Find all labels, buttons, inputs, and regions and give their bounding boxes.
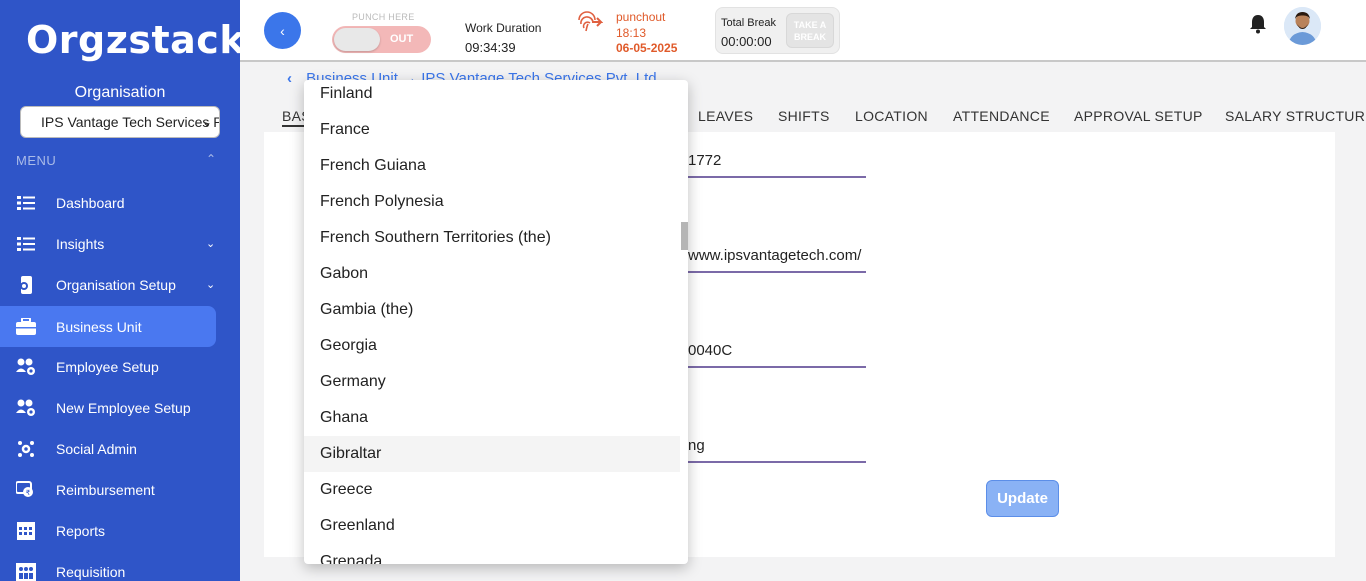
tab-salary-structure[interactable]: SALARY STRUCTURE (1225, 108, 1366, 124)
people-chart-icon (16, 562, 36, 581)
tab-leaves[interactable]: LEAVES (698, 108, 753, 124)
form-field[interactable]: 0040C (688, 342, 866, 368)
punch-state: OUT (390, 33, 414, 45)
sidebar-item-dashboard[interactable]: Dashboard (0, 182, 216, 223)
sidebar-item-label: Reports (56, 522, 106, 539)
list-icon (16, 193, 36, 213)
work-duration-value: 09:34:39 (465, 40, 516, 55)
sidebar-item-label: Dashboard (56, 194, 125, 211)
menu-label: MENU (16, 153, 57, 168)
update-button[interactable]: Update (986, 480, 1059, 517)
punch-toggle-knob (334, 28, 380, 51)
dropdown-option[interactable]: Gambia (the) (304, 292, 680, 328)
organisation-select[interactable]: IPS Vantage Tech Services Pvt. Ltd ⌄ (20, 106, 220, 138)
sidebar-item-reports[interactable]: Reports (0, 510, 216, 551)
dropdown-scrollbar[interactable] (681, 222, 688, 250)
website-field[interactable]: www.ipsvantagetech.com/ (688, 247, 866, 273)
bell-icon[interactable] (1249, 14, 1267, 39)
tab-approval-setup[interactable]: APPROVAL SETUP (1074, 108, 1203, 124)
sidebar-item-label: Reimbursement (56, 481, 155, 498)
sidebar-item-label: Social Admin (56, 440, 137, 457)
sidebar-item-new-employee-setup[interactable]: New Employee Setup (0, 387, 216, 428)
sidebar-item-label: Requisition (56, 563, 126, 580)
sidebar-item-social-admin[interactable]: Social Admin (0, 428, 216, 469)
dropdown-option[interactable]: Grenada (304, 544, 680, 564)
chevron-up-icon[interactable]: ⌃ (206, 152, 216, 166)
users-gear-icon (16, 398, 36, 418)
users-gear-icon (16, 357, 36, 377)
dropdown-option[interactable]: Greece (304, 472, 680, 508)
tab-location[interactable]: LOCATION (855, 108, 928, 124)
punch-toggle[interactable]: OUT (332, 26, 431, 53)
sidebar-item-employee-setup[interactable]: Employee Setup (0, 346, 216, 387)
chevron-down-icon: ⌄ (206, 238, 216, 250)
app-logo: Orgzstack (26, 18, 240, 62)
sidebar-item-label: Business Unit (56, 318, 142, 335)
top-bar: ‹ PUNCH HERE OUT Work Duration 09:34:39 … (240, 0, 1366, 62)
dropdown-option[interactable]: Finland (304, 80, 680, 112)
sidebar-item-label: Employee Setup (56, 358, 159, 375)
tab-shifts[interactable]: SHIFTS (778, 108, 830, 124)
punch-label: PUNCH HERE (352, 12, 415, 22)
dropdown-option[interactable]: French Southern Territories (the) (304, 220, 680, 256)
dropdown-option[interactable]: Gabon (304, 256, 680, 292)
dropdown-option-hovered[interactable]: Gibraltar (304, 436, 680, 472)
form-field[interactable]: ng (688, 437, 866, 463)
money-hand-icon: ₹ (16, 480, 36, 500)
take-a-break-button[interactable]: TAKE A BREAK (786, 13, 834, 48)
dropdown-option[interactable]: France (304, 112, 680, 148)
dropdown-option[interactable]: Ghana (304, 400, 680, 436)
sidebar-item-business-unit[interactable]: Business Unit (0, 306, 216, 347)
total-break-box: Total Break 00:00:00 TAKE A BREAK (715, 7, 840, 54)
phone-gear-icon (16, 275, 36, 295)
sidebar-item-reimbursement[interactable]: ₹ Reimbursement (0, 469, 216, 510)
dropdown-option[interactable]: French Polynesia (304, 184, 680, 220)
total-break-label: Total Break (721, 17, 777, 29)
punchout-time: 18:13 (616, 26, 647, 40)
total-break-value: 00:00:00 (721, 34, 772, 49)
briefcase-icon (16, 317, 36, 337)
chevron-down-icon: ⌄ (201, 115, 212, 129)
sidebar-item-requisition[interactable]: Requisition (0, 551, 216, 581)
chevron-left-icon: ‹ (280, 22, 285, 39)
dropdown-option[interactable]: French Guiana (304, 148, 680, 184)
organisation-label: Organisation (74, 84, 166, 101)
work-duration-label: Work Duration (465, 21, 542, 35)
chevron-down-icon: ⌄ (206, 279, 216, 291)
punchout-label: punchout (616, 10, 666, 24)
country-dropdown-list[interactable]: Finland France French Guiana French Poly… (304, 80, 688, 564)
sidebar-collapse-button[interactable]: ‹ (264, 12, 301, 49)
calendar-grid-icon (16, 521, 36, 541)
form-field[interactable]: 1772 (688, 152, 866, 178)
list-icon (16, 234, 36, 254)
dropdown-option[interactable]: Georgia (304, 328, 680, 364)
fingerprint-icon (575, 10, 604, 42)
sidebar-item-organisation-setup[interactable]: Organisation Setup ⌄ (0, 264, 216, 305)
organisation-select-value: IPS Vantage Tech Services Pvt. Ltd (41, 114, 219, 130)
sidebar-item-label: Organisation Setup (56, 276, 176, 293)
avatar[interactable] (1284, 7, 1321, 45)
punchout-date: 06-05-2025 (616, 41, 678, 55)
dropdown-option[interactable]: Greenland (304, 508, 680, 544)
sidebar-item-label: Insights (56, 235, 105, 252)
sidebar: Orgzstack Organisation IPS Vantage Tech … (0, 0, 240, 581)
back-arrow-icon[interactable]: ‹ (287, 70, 292, 87)
joomla-icon (16, 439, 36, 459)
sidebar-item-insights[interactable]: Insights ⌄ (0, 223, 216, 264)
dropdown-option[interactable]: Germany (304, 364, 680, 400)
tab-attendance[interactable]: ATTENDANCE (953, 108, 1050, 124)
sidebar-item-label: New Employee Setup (56, 399, 191, 416)
svg-text:₹: ₹ (26, 489, 31, 497)
